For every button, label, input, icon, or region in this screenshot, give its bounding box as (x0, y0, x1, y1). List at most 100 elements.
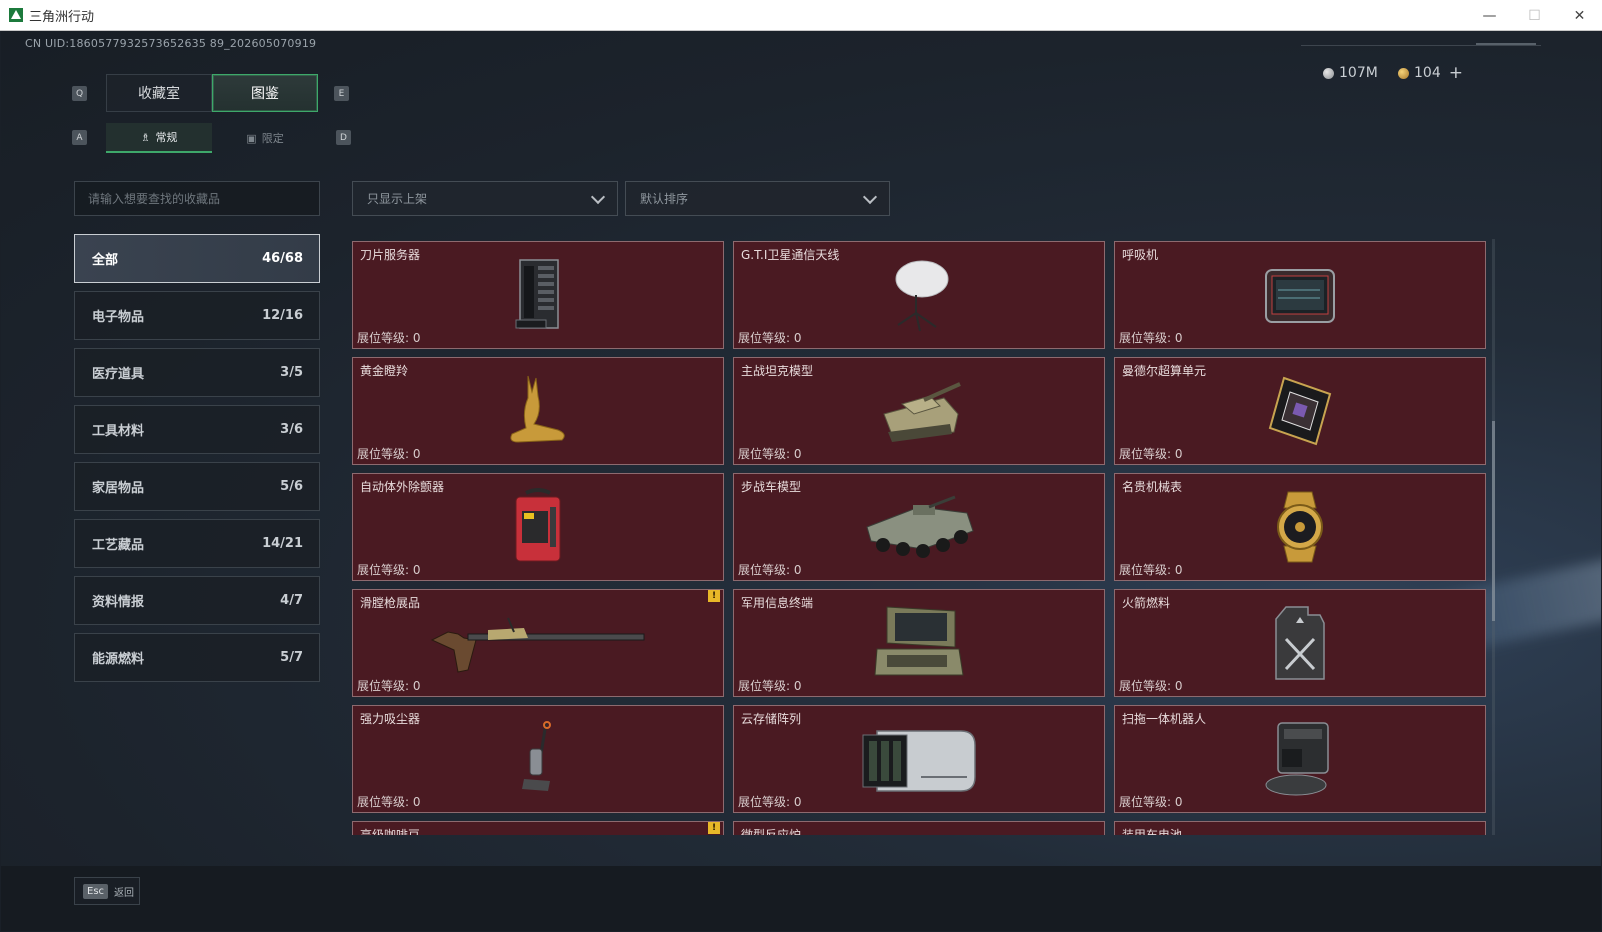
collection-card[interactable]: 自动体外除颤器 展位等级: 0 (352, 473, 724, 581)
image-icon: ▣ (246, 131, 257, 145)
category-label: 电子物品 (92, 310, 145, 325)
item-level: 展位等级: 0 (738, 331, 802, 345)
category-medical[interactable]: 医疗道具 3/5 (74, 348, 320, 397)
item-name: 军用信息终端 (741, 596, 814, 610)
vacuum-cleaner-icon (522, 721, 551, 791)
collection-card[interactable]: 云存储阵列 展位等级: 0 (733, 705, 1105, 813)
golden-gazelle-icon (510, 375, 565, 443)
collection-card[interactable]: 微型反应炉 (733, 821, 1105, 835)
military-terminal-icon (874, 606, 964, 676)
category-count: 3/5 (280, 365, 303, 380)
player-uid: CN UID:1860577932573652635 89_2026050709… (25, 37, 317, 50)
category-count: 12/16 (262, 308, 303, 323)
game-viewport: CN UID:1860577932573652635 89_2026050709… (1, 31, 1601, 931)
item-level: 展位等级: 0 (357, 331, 421, 345)
ventilator-icon (1265, 269, 1335, 323)
category-count: 3/6 (280, 422, 303, 437)
defibrillator-icon (515, 488, 561, 562)
category-tools[interactable]: 工具材料 3/6 (74, 405, 320, 454)
item-level: 展位等级: 0 (1119, 563, 1183, 577)
item-name: 刀片服务器 (360, 248, 421, 262)
shelf-filter-value: 只显示上架 (367, 192, 428, 206)
item-level: 展位等级: 0 (357, 563, 421, 577)
collection-card[interactable]: 曼德尔超算单元 展位等级: 0 (1114, 357, 1486, 465)
top-divider-accent (1476, 43, 1536, 45)
category-all[interactable]: 全部 46/68 (74, 234, 320, 283)
musket-icon (430, 617, 645, 673)
category-electronics[interactable]: 电子物品 12/16 (74, 291, 320, 340)
satellite-dish-icon (895, 260, 949, 332)
category-count: 5/6 (280, 479, 303, 494)
back-label: 返回 (114, 887, 135, 899)
item-name: 黄金瞪羚 (360, 364, 409, 378)
collection-card[interactable]: 装甲车电池 (1114, 821, 1486, 835)
key-hint-a: A (72, 130, 87, 145)
minimize-button[interactable]: — (1467, 0, 1512, 31)
app-logo-icon (9, 8, 23, 22)
chevron-down-icon (590, 189, 606, 205)
search-input[interactable] (74, 181, 320, 216)
item-name: 主战坦克模型 (741, 364, 814, 378)
collection-card[interactable]: 军用信息终端 展位等级: 0 (733, 589, 1105, 697)
subtab-limited-label: 限定 (261, 132, 284, 145)
subtab-limited[interactable]: ▣ 限定 (212, 123, 318, 153)
item-level: 展位等级: 0 (1119, 331, 1183, 345)
collection-card[interactable]: 主战坦克模型 展位等级: 0 (733, 357, 1105, 465)
tab-catalog[interactable]: 图鉴 (212, 74, 318, 112)
category-label: 医疗道具 (92, 367, 145, 382)
tab-collection-room[interactable]: 收藏室 (106, 74, 212, 112)
category-household[interactable]: 家居物品 5/6 (74, 462, 320, 511)
add-currency-button[interactable]: + (1449, 63, 1463, 83)
collection-card[interactable]: 火箭燃料 展位等级: 0 (1114, 589, 1486, 697)
silver-amount: 107M (1339, 65, 1378, 81)
collection-card[interactable]: 名贵机械表 展位等级: 0 (1114, 473, 1486, 581)
sort-dropdown[interactable]: 默认排序 (625, 181, 890, 216)
category-intel[interactable]: 资料情报 4/7 (74, 576, 320, 625)
item-name: 曼德尔超算单元 (1122, 364, 1207, 378)
silver-coin-icon (1323, 67, 1334, 79)
blade-server-icon (515, 259, 559, 329)
item-name: 滑膛枪展品 (360, 596, 421, 610)
collection-card[interactable]: 扫拖一体机器人 展位等级: 0 (1114, 705, 1486, 813)
subtab-regular[interactable]: ♗ 常规 (106, 123, 212, 153)
supercomputer-unit-icon (1268, 376, 1332, 446)
category-crafts[interactable]: 工艺藏品 14/21 (74, 519, 320, 568)
collection-card[interactable]: 呼吸机 展位等级: 0 (1114, 241, 1486, 349)
item-name: 高级咖啡豆 (360, 828, 421, 835)
subtab-regular-label: 常规 (155, 131, 178, 144)
category-count: 5/7 (280, 650, 303, 665)
category-energy[interactable]: 能源燃料 5/7 (74, 633, 320, 682)
item-name: 装甲车电池 (1122, 828, 1183, 835)
bottle-icon: ♗ (140, 130, 151, 144)
item-name: 强力吸尘器 (360, 712, 421, 726)
collection-card[interactable]: 黄金瞪羚 展位等级: 0 (352, 357, 724, 465)
gold-amount: 104 (1414, 65, 1441, 81)
ifv-model-icon (866, 495, 974, 558)
maximize-button[interactable]: ☐ (1512, 0, 1557, 31)
footer-bar (1, 866, 1601, 931)
luxury-watch-icon (1277, 491, 1323, 563)
shelf-filter-dropdown[interactable]: 只显示上架 (352, 181, 618, 216)
mop-robot-icon (1265, 722, 1329, 796)
key-hint-q: Q (72, 86, 87, 101)
grid-scrollbar-thumb[interactable] (1492, 421, 1495, 621)
collection-card[interactable]: 刀片服务器 展位等级: 0 (352, 241, 724, 349)
collection-card[interactable]: 强力吸尘器 展位等级: 0 (352, 705, 724, 813)
back-button[interactable]: Esc 返回 (74, 877, 140, 905)
item-level: 展位等级: 0 (357, 447, 421, 461)
collection-card[interactable]: G.T.I卫星通信天线 展位等级: 0 (733, 241, 1105, 349)
item-name: 火箭燃料 (1122, 596, 1171, 610)
chevron-down-icon (862, 189, 878, 205)
category-label: 资料情报 (92, 595, 145, 610)
close-button[interactable]: ✕ (1557, 0, 1602, 31)
collection-card[interactable]: 步战车模型 展位等级: 0 (733, 473, 1105, 581)
collection-card[interactable]: 高级咖啡豆 ! (352, 821, 724, 835)
sort-value: 默认排序 (640, 192, 689, 206)
cloud-storage-icon (862, 730, 976, 792)
collection-card[interactable]: 滑膛枪展品 ! 展位等级: 0 (352, 589, 724, 697)
window-title: 三角洲行动 (29, 9, 95, 25)
item-level: 展位等级: 0 (738, 563, 802, 577)
key-hint-d: D (336, 130, 351, 145)
collection-grid: 刀片服务器 展位等级: 0 G.T.I卫星通信天线 展位等级: 0 呼吸机 展位… (352, 239, 1487, 835)
top-divider (1301, 45, 1541, 46)
